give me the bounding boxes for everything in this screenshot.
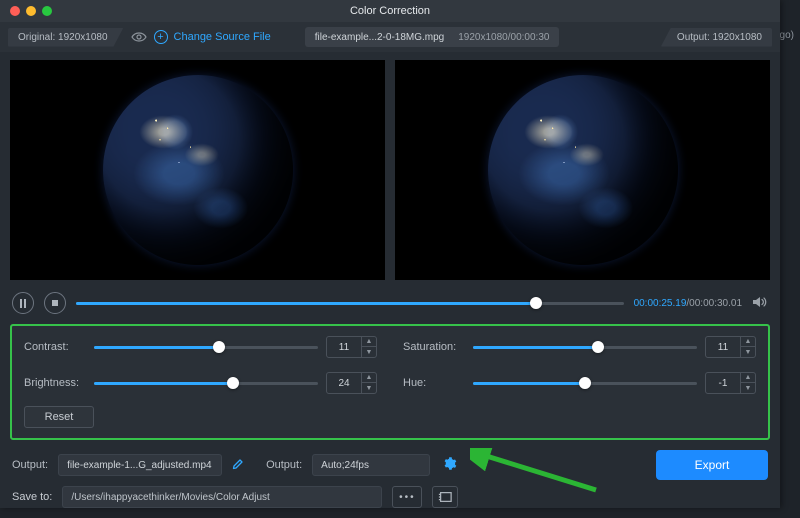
volume-icon[interactable] — [752, 295, 768, 312]
hue-control: Hue: ▲▼ — [403, 372, 756, 394]
preview-adjusted — [395, 60, 770, 280]
open-folder-button[interactable] — [432, 486, 458, 508]
plus-icon: + — [154, 30, 168, 44]
original-badge: Original: 1920x1080 — [8, 28, 124, 47]
window-title: Color Correction — [0, 5, 780, 17]
adjustments-panel: Contrast: ▲▼ Saturation: ▲▼ Brightness: … — [10, 324, 770, 440]
chevron-down-icon[interactable]: ▼ — [741, 347, 755, 357]
save-path: /Users/ihappyacethinker/Movies/Color Adj… — [71, 492, 269, 503]
brightness-input[interactable] — [327, 373, 361, 393]
browse-path-button[interactable]: ••• — [392, 486, 422, 508]
chevron-down-icon[interactable]: ▼ — [741, 383, 755, 393]
saturation-control: Saturation: ▲▼ — [403, 336, 756, 358]
contrast-label: Contrast: — [24, 341, 86, 353]
playback-bar: 00:00:25.19/00:00:30.01 — [0, 286, 780, 324]
output-filename: file-example-1...G_adjusted.mp4 — [67, 460, 212, 471]
stop-button[interactable] — [44, 292, 66, 314]
preview-original — [10, 60, 385, 280]
pause-button[interactable] — [12, 292, 34, 314]
contrast-slider[interactable] — [94, 340, 318, 354]
output-badge: Output: 1920x1080 — [661, 28, 772, 47]
hue-stepper[interactable]: ▲▼ — [705, 372, 756, 394]
save-path-field[interactable]: /Users/ihappyacethinker/Movies/Color Adj… — [62, 486, 382, 508]
saturation-input[interactable] — [706, 337, 740, 357]
hue-slider[interactable] — [473, 376, 697, 390]
timeline-slider[interactable] — [76, 296, 624, 310]
brightness-label: Brightness: — [24, 377, 86, 389]
save-row: Save to: /Users/ihappyacethinker/Movies/… — [0, 484, 780, 518]
output-mode-field[interactable]: Auto;24fps — [312, 454, 430, 476]
save-to-label: Save to: — [12, 491, 52, 503]
change-source-label: Change Source File — [174, 31, 271, 43]
contrast-input[interactable] — [327, 337, 361, 357]
settings-gear-icon[interactable] — [442, 456, 457, 474]
contrast-control: Contrast: ▲▼ — [24, 336, 377, 358]
source-file-pill: file-example...2-0-18MG.mpg 1920x1080/00… — [305, 27, 560, 47]
slider-thumb[interactable] — [227, 377, 239, 389]
slider-thumb[interactable] — [213, 341, 225, 353]
contrast-stepper[interactable]: ▲▼ — [326, 336, 377, 358]
chevron-up-icon[interactable]: ▲ — [362, 337, 376, 347]
chevron-up-icon[interactable]: ▲ — [741, 337, 755, 347]
output-row: Output: file-example-1...G_adjusted.mp4 … — [0, 440, 780, 484]
output-mode-label: Output: — [266, 459, 302, 471]
time-display: 00:00:25.19/00:00:30.01 — [634, 298, 742, 309]
chevron-up-icon[interactable]: ▲ — [741, 373, 755, 383]
timeline-thumb[interactable] — [530, 297, 542, 309]
brightness-control: Brightness: ▲▼ — [24, 372, 377, 394]
time-current: 00:00:25.19 — [634, 298, 687, 309]
brightness-stepper[interactable]: ▲▼ — [326, 372, 377, 394]
time-total: 00:00:30.01 — [689, 298, 742, 309]
change-source-button[interactable]: + Change Source File — [154, 30, 271, 44]
chevron-down-icon[interactable]: ▼ — [362, 383, 376, 393]
saturation-label: Saturation: — [403, 341, 465, 353]
reset-button[interactable]: Reset — [24, 406, 94, 428]
output-mode: Auto;24fps — [321, 460, 369, 471]
source-file-name: file-example...2-0-18MG.mpg — [315, 32, 445, 43]
eye-icon[interactable] — [130, 30, 148, 45]
output-filename-field[interactable]: file-example-1...G_adjusted.mp4 — [58, 454, 222, 476]
info-bar: Original: 1920x1080 + Change Source File… — [0, 22, 780, 52]
preview-area — [0, 52, 780, 286]
brightness-slider[interactable] — [94, 376, 318, 390]
globe-image — [103, 75, 293, 265]
slider-thumb[interactable] — [592, 341, 604, 353]
titlebar: Color Correction — [0, 0, 780, 22]
export-button[interactable]: Export — [656, 450, 768, 480]
saturation-slider[interactable] — [473, 340, 697, 354]
color-correction-window: Color Correction Original: 1920x1080 + C… — [0, 0, 780, 508]
hue-label: Hue: — [403, 377, 465, 389]
hue-input[interactable] — [706, 373, 740, 393]
edit-filename-icon[interactable] — [232, 458, 244, 473]
globe-image — [488, 75, 678, 265]
chevron-down-icon[interactable]: ▼ — [362, 347, 376, 357]
slider-thumb[interactable] — [579, 377, 591, 389]
source-file-meta: 1920x1080/00:00:30 — [458, 32, 549, 43]
chevron-up-icon[interactable]: ▲ — [362, 373, 376, 383]
saturation-stepper[interactable]: ▲▼ — [705, 336, 756, 358]
output-label: Output: — [12, 459, 48, 471]
